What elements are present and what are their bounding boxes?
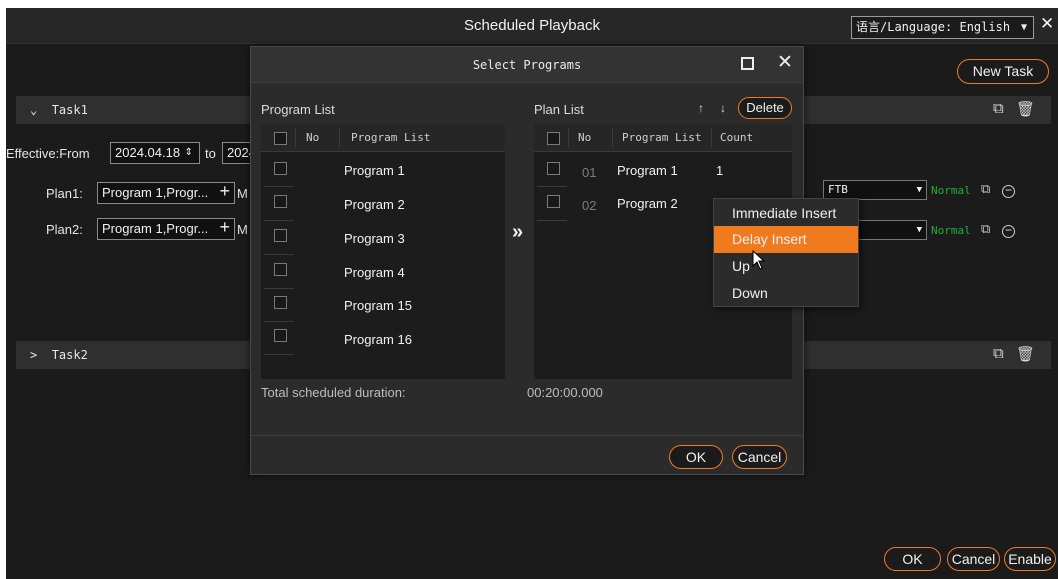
copy-icon[interactable]: ⧉ bbox=[993, 345, 1004, 362]
close-icon[interactable]: ✕ bbox=[777, 51, 793, 74]
program-list-panel: No Program List Program 1 Program 2 Prog… bbox=[261, 124, 505, 379]
mouse-cursor-icon bbox=[752, 250, 766, 270]
column-program-list: Program List bbox=[351, 131, 431, 144]
title-bar: Scheduled Playback 语言/Language: English ▼… bbox=[6, 8, 1058, 44]
move-up-icon[interactable]: ↑ bbox=[698, 101, 704, 115]
row-checkbox[interactable] bbox=[547, 162, 560, 175]
program-list-header: No Program List bbox=[261, 124, 505, 152]
plan2-status: Normal bbox=[931, 224, 971, 237]
row-checkbox[interactable] bbox=[274, 229, 287, 242]
cancel-button[interactable]: Cancel bbox=[947, 547, 1000, 571]
menu-item-immediate-insert[interactable]: Immediate Insert bbox=[714, 200, 858, 227]
column-no: No bbox=[306, 131, 320, 144]
effective-from-label: Effective:From bbox=[6, 146, 90, 161]
from-date-value: 2024.04.18 bbox=[115, 145, 181, 160]
column-count: Count bbox=[720, 131, 754, 144]
context-menu: Immediate Insert Delay Insert Up Down bbox=[713, 198, 859, 307]
menu-item-delay-insert[interactable]: Delay Insert bbox=[714, 226, 858, 253]
delete-button[interactable]: Delete bbox=[738, 97, 792, 119]
plan1-programs-value: Program 1,Progr... bbox=[102, 185, 209, 200]
new-task-button[interactable]: New Task bbox=[957, 59, 1049, 84]
task-name: Task1 bbox=[51, 103, 88, 117]
task2-label: > Task2 bbox=[30, 341, 88, 369]
maximize-icon[interactable] bbox=[741, 57, 754, 70]
plan1-tail: M bbox=[237, 186, 248, 201]
program-name: Program 2 bbox=[344, 197, 405, 212]
program-list-title: Program List bbox=[261, 102, 335, 117]
dialog-ok-button[interactable]: OK bbox=[669, 445, 723, 469]
dialog-title-bar: Select Programs ✕ bbox=[251, 47, 803, 83]
language-select[interactable]: 语言/Language: English ▼ bbox=[851, 16, 1034, 39]
remove-plan1-icon[interactable]: − bbox=[1002, 182, 1015, 198]
to-date-field[interactable]: 2024 bbox=[222, 142, 252, 164]
row-checkbox[interactable] bbox=[274, 296, 287, 309]
total-duration-value: 00:20:00.000 bbox=[527, 385, 603, 400]
plan1-label: Plan1: bbox=[46, 186, 83, 201]
program-name: Program 16 bbox=[344, 332, 412, 347]
program-name: Program 4 bbox=[344, 265, 405, 280]
spinner-icon[interactable]: ⇕ bbox=[185, 143, 193, 163]
move-to-plan-button[interactable]: » bbox=[512, 221, 523, 244]
plus-icon[interactable]: + bbox=[219, 219, 230, 237]
from-date-field[interactable]: 2024.04.18 ⇕ bbox=[110, 142, 200, 164]
program-name: Program 15 bbox=[344, 298, 412, 313]
chevron-down-icon: ⌄ bbox=[30, 103, 52, 117]
enable-button[interactable]: Enable bbox=[1004, 547, 1056, 571]
plan1-status: Normal bbox=[931, 184, 971, 197]
language-label: 语言/Language: English bbox=[856, 20, 1011, 34]
trash-icon[interactable]: 🗑 bbox=[1016, 345, 1035, 363]
task-name: Task2 bbox=[51, 348, 88, 362]
row-checkbox[interactable] bbox=[274, 263, 287, 276]
plan1-transition-select[interactable]: FTB ▼ bbox=[823, 180, 927, 200]
dialog-divider bbox=[251, 435, 803, 436]
move-down-icon[interactable]: ↓ bbox=[720, 101, 726, 115]
plan2-programs-value: Program 1,Progr... bbox=[102, 221, 209, 236]
chevron-down-icon: ▼ bbox=[916, 225, 922, 235]
ok-button[interactable]: OK bbox=[884, 547, 941, 571]
column-no: No bbox=[578, 131, 592, 144]
plus-icon[interactable]: + bbox=[219, 183, 230, 201]
chevron-right-icon: > bbox=[30, 348, 52, 362]
task1-label: ⌄ Task1 bbox=[30, 96, 88, 124]
menu-item-up[interactable]: Up bbox=[714, 253, 858, 280]
plan-row-count: 1 bbox=[716, 163, 724, 178]
to-label: to bbox=[205, 146, 216, 161]
plan1-transition-value: FTB bbox=[828, 183, 848, 196]
row-checkbox[interactable] bbox=[274, 195, 287, 208]
select-all-checkbox[interactable] bbox=[547, 132, 560, 145]
row-checkbox[interactable] bbox=[547, 195, 560, 208]
trash-icon[interactable]: 🗑 bbox=[1016, 100, 1035, 118]
copy-icon[interactable]: ⧉ bbox=[981, 181, 990, 197]
row-checkbox[interactable] bbox=[274, 162, 287, 175]
program-name: Program 1 bbox=[344, 163, 405, 178]
plan-list-header: No Program List Count bbox=[534, 124, 792, 152]
plan2-label: Plan2: bbox=[46, 222, 83, 237]
plan-row-name: Program 2 bbox=[617, 196, 678, 211]
dialog-title: Select Programs bbox=[472, 58, 582, 72]
menu-item-down[interactable]: Down bbox=[714, 280, 858, 307]
plan1-programs-field[interactable]: Program 1,Progr... + bbox=[97, 182, 235, 204]
program-name: Program 3 bbox=[344, 231, 405, 246]
column-program-list: Program List bbox=[622, 131, 702, 144]
plan2-tail: M bbox=[237, 222, 248, 237]
chevron-down-icon: ▼ bbox=[916, 185, 922, 195]
select-all-checkbox[interactable] bbox=[274, 132, 287, 145]
row-checkbox[interactable] bbox=[274, 329, 287, 342]
plan-list-title: Plan List bbox=[534, 102, 584, 117]
plan-row-no: 02 bbox=[582, 198, 597, 213]
plan2-programs-field[interactable]: Program 1,Progr... + bbox=[97, 218, 235, 240]
total-duration-label: Total scheduled duration: bbox=[261, 385, 406, 400]
dialog-cancel-button[interactable]: Cancel bbox=[732, 445, 787, 469]
plan-row-no: 01 bbox=[582, 165, 597, 180]
chevron-down-icon: ▼ bbox=[1020, 22, 1027, 33]
copy-icon[interactable]: ⧉ bbox=[993, 100, 1004, 117]
remove-plan2-icon[interactable]: − bbox=[1002, 222, 1015, 238]
plan-row-name: Program 1 bbox=[617, 163, 678, 178]
copy-icon[interactable]: ⧉ bbox=[981, 221, 990, 237]
close-icon[interactable]: ✕ bbox=[1040, 14, 1054, 34]
